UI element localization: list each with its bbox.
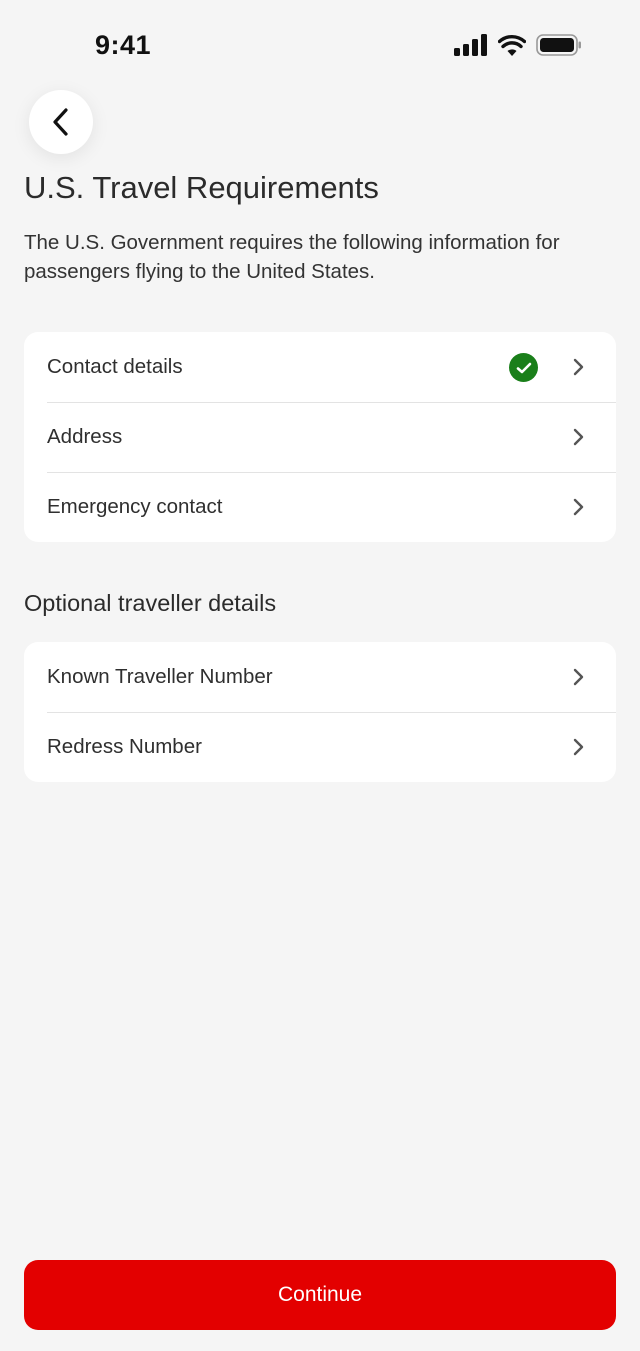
list-item-known-traveller-number[interactable]: Known Traveller Number — [24, 642, 616, 712]
continue-button[interactable]: Continue — [24, 1260, 616, 1330]
chevron-right-icon — [573, 738, 584, 756]
required-details-card: Contact details Address Emergency contac… — [24, 332, 616, 542]
chevron-right-icon — [573, 668, 584, 686]
page-description: The U.S. Government requires the followi… — [24, 231, 560, 283]
signal-icon — [454, 34, 487, 56]
optional-details-card: Known Traveller Number Redress Number — [24, 642, 616, 782]
list-item-label: Address — [47, 425, 123, 448]
page-title: U.S. Travel Requirements — [24, 170, 379, 205]
status-time: 9:41 — [95, 30, 152, 60]
list-item-label: Contact details — [47, 355, 183, 378]
chevron-left-icon — [53, 108, 68, 136]
status-icons — [454, 34, 582, 56]
section-title: Optional traveller details — [24, 590, 277, 616]
list-item-label: Known Traveller Number — [47, 665, 273, 688]
list-item-label: Redress Number — [47, 735, 202, 758]
chevron-right-icon — [573, 498, 584, 516]
list-item-emergency-contact[interactable]: Emergency contact — [24, 472, 616, 542]
check-circle-icon — [509, 353, 538, 382]
wifi-icon — [498, 34, 526, 56]
back-button[interactable] — [29, 90, 93, 154]
list-item-label: Emergency contact — [47, 495, 223, 518]
list-item-address[interactable]: Address — [24, 402, 616, 472]
chevron-right-icon — [573, 358, 584, 376]
list-item-contact-details[interactable]: Contact details — [24, 332, 616, 402]
status-bar: 9:41 — [0, 0, 640, 90]
battery-icon — [536, 34, 581, 56]
list-item-redress-number[interactable]: Redress Number — [24, 712, 616, 782]
chevron-right-icon — [573, 428, 584, 446]
